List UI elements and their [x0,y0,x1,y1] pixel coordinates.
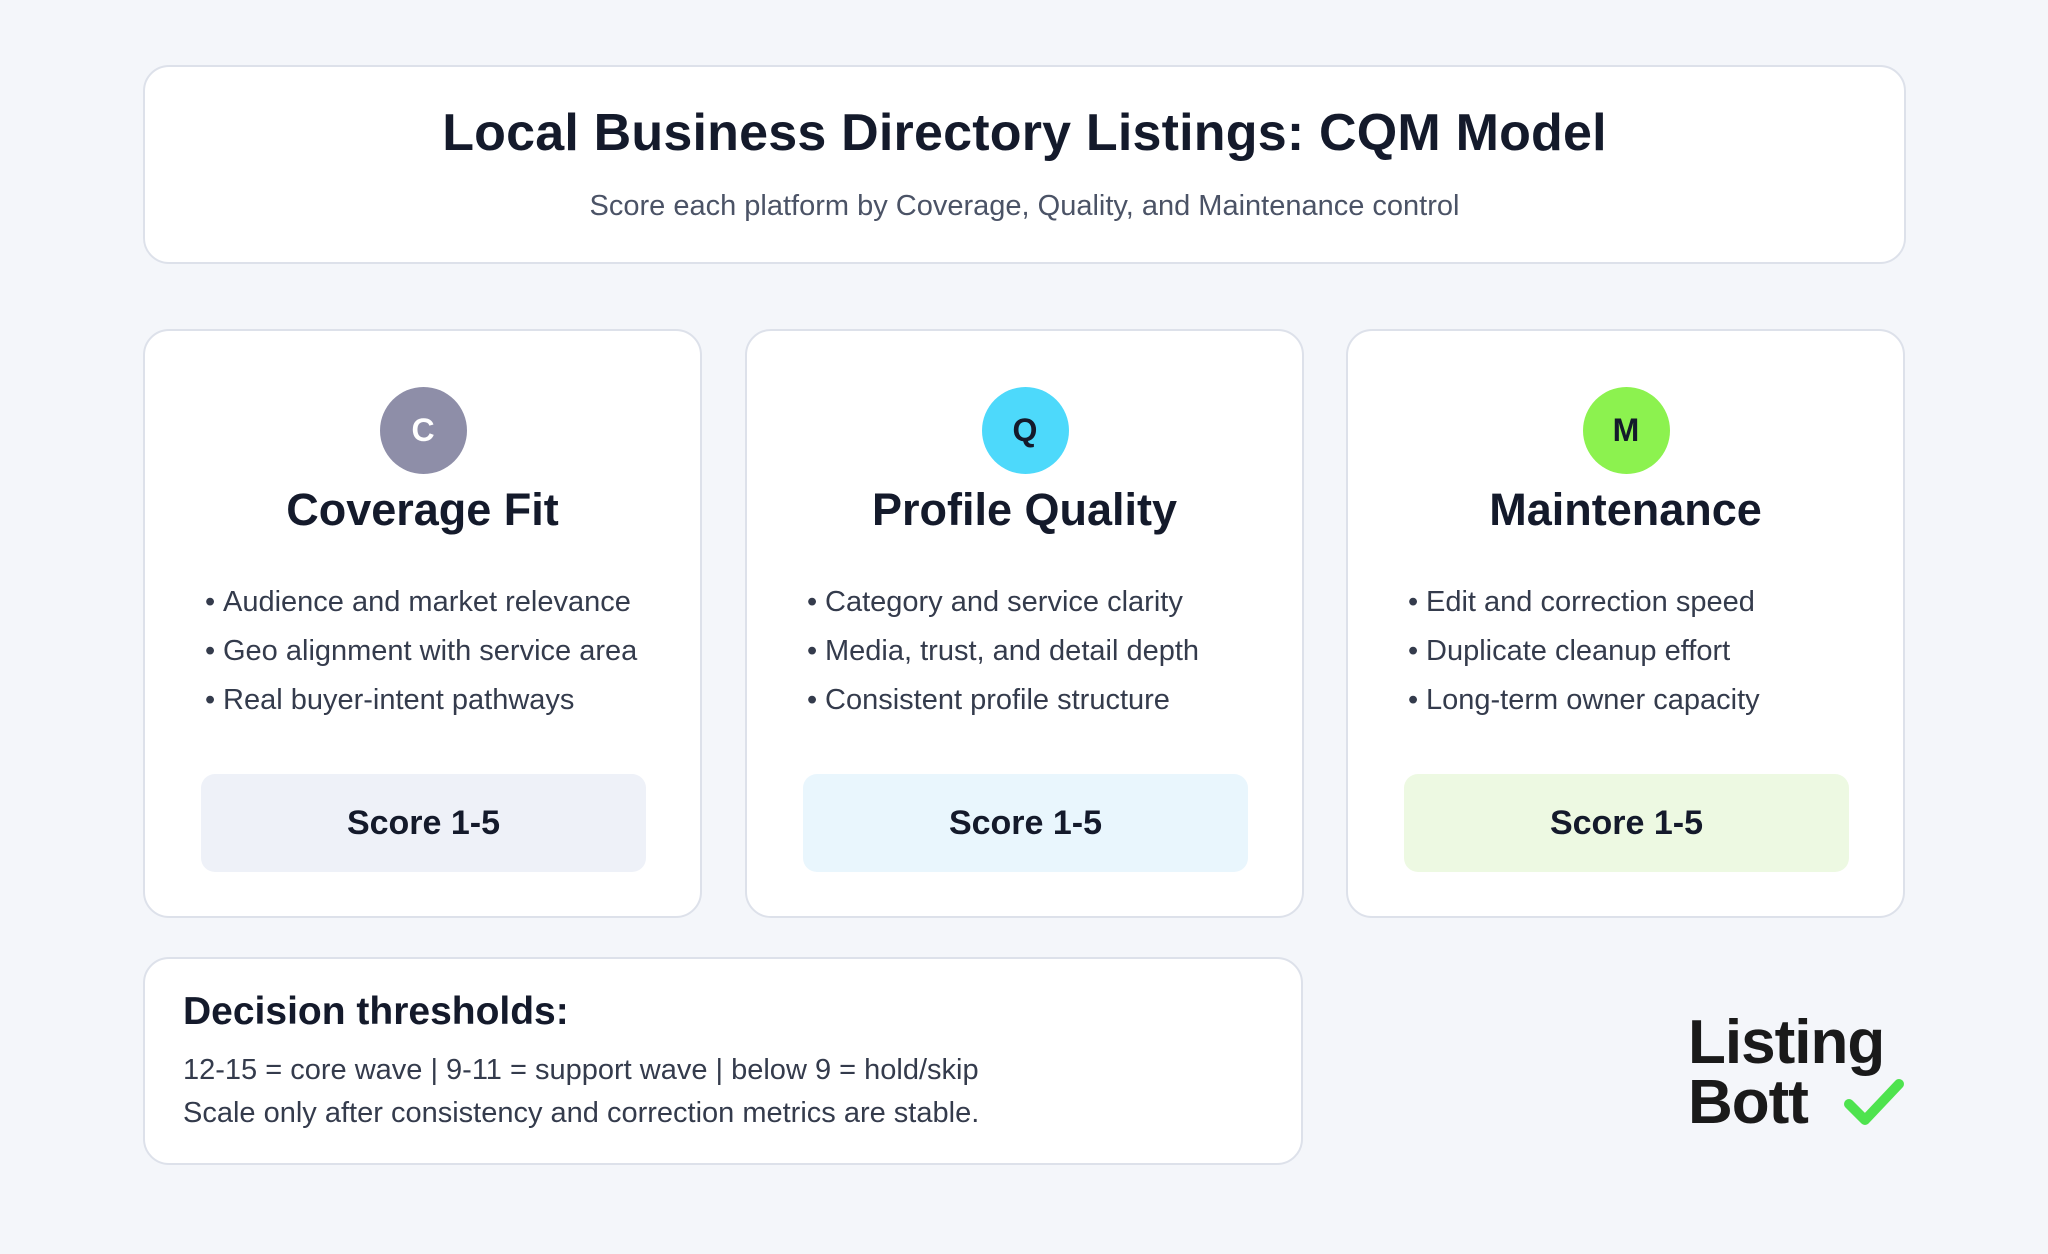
thresholds-line: Scale only after consistency and correct… [183,1097,980,1129]
letter-badge-c: C [379,387,467,474]
letter-badge-q: Q [981,387,1069,474]
factor-card-coverage: C Coverage Fit Audience and market relev… [143,329,702,918]
thresholds-line: 12-15 = core wave | 9-11 = support wave … [183,1054,979,1086]
page-title: Local Business Directory Listings: CQM M… [442,104,1607,162]
decision-thresholds-card: Decision thresholds: 12-15 = core wave |… [143,957,1303,1165]
page-subtitle: Score each platform by Coverage, Quality… [589,190,1460,222]
logo-text-line2: Bott [1688,1068,1809,1137]
factor-card-maintenance: M Maintenance Edit and correction speed … [1346,329,1905,918]
logo-text-line1: Listing [1688,1008,1885,1077]
bullet-item: Media, trust, and detail depth [807,627,1292,676]
score-box: Score 1-5 [1404,774,1849,872]
factor-title: Coverage Fit [286,484,559,535]
factor-title: Maintenance [1489,484,1762,535]
bullet-item: Category and service clarity [807,578,1292,627]
checkmark-icon [1844,1079,1904,1125]
letter-badge-m: M [1582,387,1670,474]
bullet-item: Real buyer-intent pathways [205,676,690,725]
thresholds-title: Decision thresholds: [183,990,569,1033]
bullet-item: Audience and market relevance [205,578,690,627]
score-box: Score 1-5 [201,774,646,872]
bullet-item: Duplicate cleanup effort [1408,627,1893,676]
bullet-item: Geo alignment with service area [205,627,690,676]
factor-bullet-list: Category and service clarity Media, trus… [807,578,1292,725]
header-card: Local Business Directory Listings: CQM M… [143,65,1906,264]
factor-bullet-list: Edit and correction speed Duplicate clea… [1408,578,1893,725]
listingbott-logo: Listing Bott [1688,1012,1908,1142]
bullet-item: Edit and correction speed [1408,578,1893,627]
bullet-item: Consistent profile structure [807,676,1292,725]
factor-title: Profile Quality [871,484,1178,535]
factor-bullet-list: Audience and market relevance Geo alignm… [205,578,690,725]
score-box: Score 1-5 [803,774,1248,872]
bullet-item: Long-term owner capacity [1408,676,1893,725]
factor-card-quality: Q Profile Quality Category and service c… [745,329,1304,918]
